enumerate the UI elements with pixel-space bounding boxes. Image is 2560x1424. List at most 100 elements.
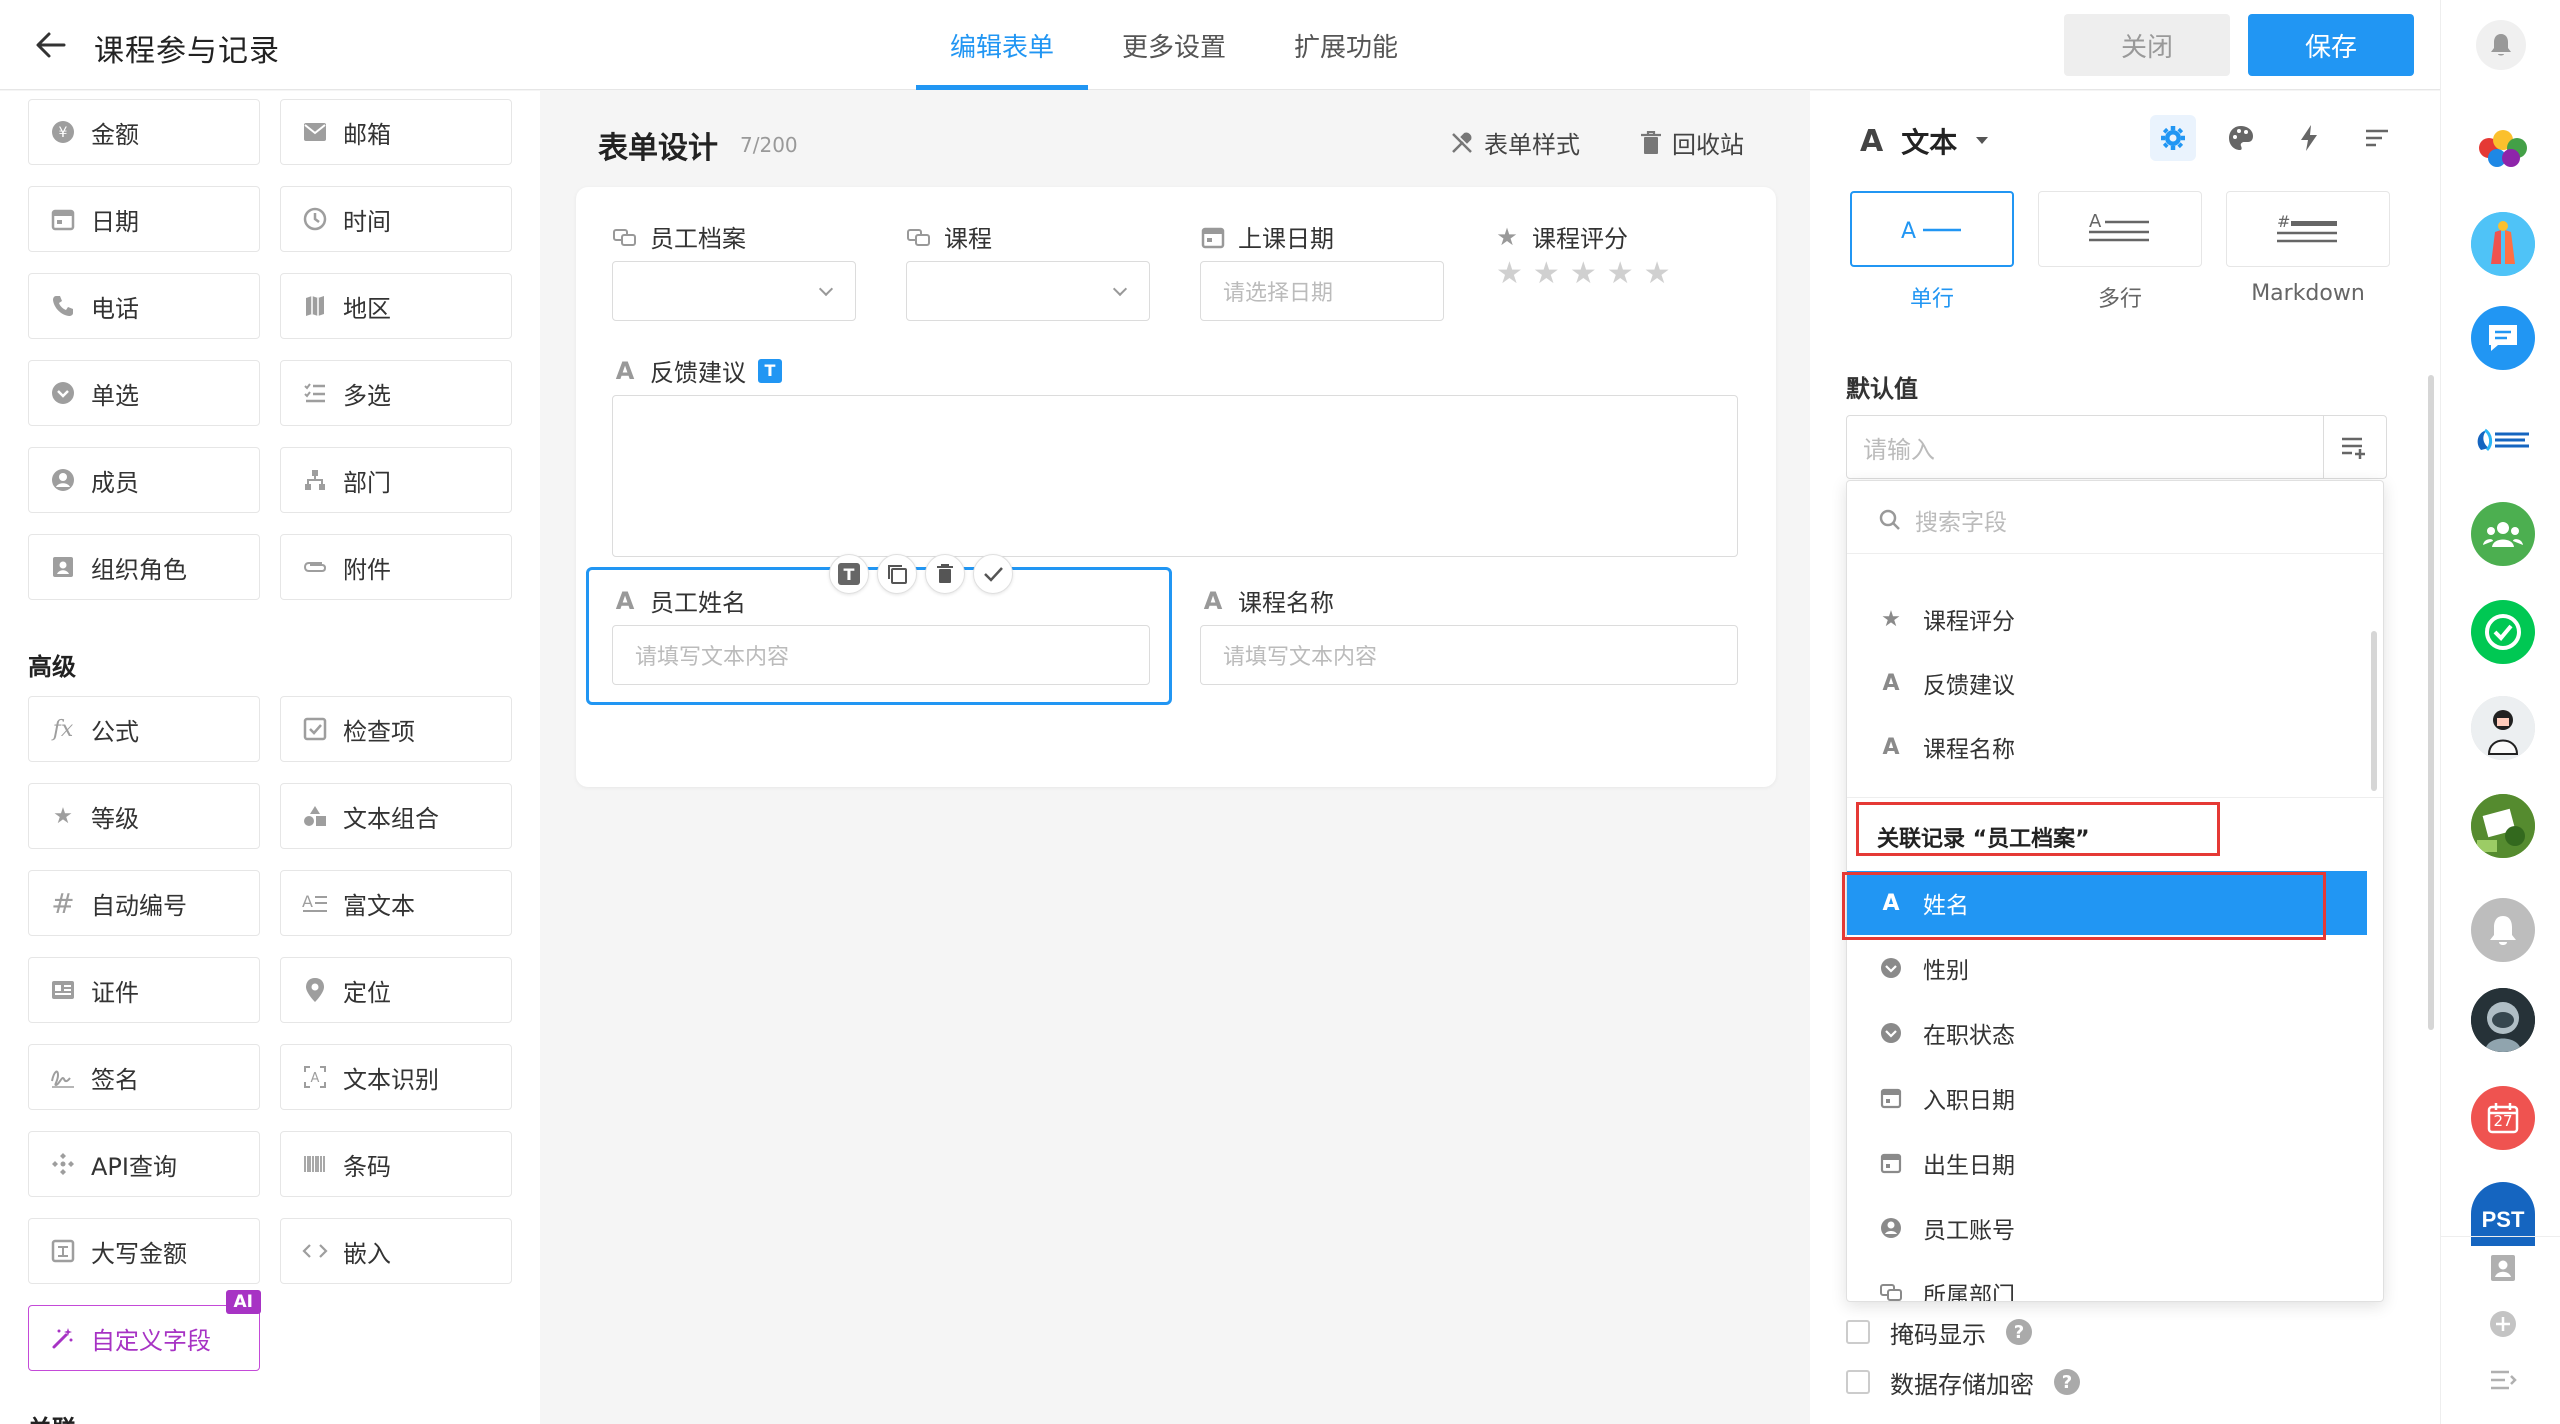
palette-item-amount[interactable]: ¥ 金额 (28, 99, 260, 165)
encrypt-storage-checkbox[interactable] (1846, 1370, 1870, 1394)
field-label-course[interactable]: 课程 (906, 219, 992, 254)
help-icon[interactable]: ? (2054, 1369, 2080, 1395)
style-option-markdown[interactable]: # Markdown (2226, 191, 2390, 313)
palette-item-rich-text[interactable]: A 富文本 (280, 870, 512, 936)
class-date-input[interactable]: 请选择日期 (1200, 261, 1444, 321)
mask-display-option[interactable]: 掩码显示 ? (1846, 1307, 2080, 1357)
field-search[interactable]: 搜索字段 (1879, 503, 2007, 537)
field-label-feedback[interactable]: A 反馈建议 T (612, 353, 782, 388)
copy-field-button[interactable] (877, 554, 917, 594)
dropdown-item-employee-account[interactable]: 员工账号 (1847, 1196, 2367, 1260)
palette-item-member[interactable]: 成员 (28, 447, 260, 513)
app-icon-team[interactable] (2471, 112, 2535, 176)
rating-star-icon[interactable]: ★ (1644, 259, 1671, 289)
app-icon-brand[interactable] (2471, 408, 2535, 472)
employee-file-select[interactable] (612, 261, 856, 321)
palette-item-email[interactable]: 邮箱 (280, 99, 512, 165)
course-select[interactable] (906, 261, 1150, 321)
contacts-button[interactable] (2481, 1246, 2525, 1290)
app-icon-alerts[interactable] (2471, 898, 2535, 962)
palette-item-api-query[interactable]: API查询 (28, 1131, 260, 1197)
app-icon-messages[interactable] (2471, 306, 2535, 370)
palette-item-department[interactable]: 部门 (280, 447, 512, 513)
app-icon-astronaut[interactable] (2471, 988, 2535, 1052)
dropdown-item-department[interactable]: 所属部门 (1847, 1261, 2367, 1301)
insert-field-button[interactable] (2323, 415, 2387, 479)
palette-item-checkbox[interactable]: 检查项 (280, 696, 512, 762)
app-icon-calendar[interactable]: 27 (2471, 1086, 2535, 1150)
palette-item-region[interactable]: 地区 (280, 273, 512, 339)
list-tab[interactable] (2354, 115, 2400, 161)
properties-scrollbar[interactable] (2428, 375, 2434, 1030)
delete-field-button[interactable] (925, 554, 965, 594)
field-label-class-date[interactable]: 上课日期 (1200, 219, 1334, 254)
menu-button[interactable] (2481, 1358, 2525, 1402)
palette-item-multi-select[interactable]: 多选 (280, 360, 512, 426)
dropdown-item-hire-date[interactable]: 入职日期 (1847, 1066, 2367, 1130)
palette-item-text-combo[interactable]: 文本组合 (280, 783, 512, 849)
palette-item-uppercase-amount[interactable]: 大写金额 (28, 1218, 260, 1284)
style-option-multi-line[interactable]: A 多行 (2038, 191, 2202, 313)
dropdown-item-gender[interactable]: 性别 (1847, 936, 2367, 1000)
palette-item-location[interactable]: 定位 (280, 957, 512, 1023)
palette-item-embed[interactable]: 嵌入 (280, 1218, 512, 1284)
palette-item-rating[interactable]: ★ 等级 (28, 783, 260, 849)
feedback-textarea[interactable] (612, 395, 1738, 557)
palette-item-signature[interactable]: 签名 (28, 1044, 260, 1110)
field-label-employee-name[interactable]: A 员工姓名 (612, 583, 746, 618)
rating-star-icon[interactable]: ★ (1533, 259, 1560, 289)
field-label-employee-file[interactable]: 员工档案 (612, 219, 746, 254)
default-value-input[interactable]: 请输入 (1846, 415, 2324, 479)
tab-more-settings[interactable]: 更多设置 (1088, 0, 1260, 90)
mask-display-checkbox[interactable] (1846, 1320, 1870, 1344)
dropdown-item-birth-date[interactable]: 出生日期 (1847, 1131, 2367, 1195)
add-app-button[interactable] (2481, 1302, 2525, 1346)
form-style-button[interactable]: 表单样式 (1450, 125, 1580, 160)
palette-item-single-select[interactable]: 单选 (28, 360, 260, 426)
dropdown-item-course-rating[interactable]: ★ 课程评分 (1847, 587, 2367, 651)
palette-item-attachment[interactable]: 附件 (280, 534, 512, 600)
appearance-tab[interactable] (2218, 115, 2264, 161)
rating-stars[interactable]: ★ ★ ★ ★ ★ (1496, 259, 1671, 289)
rating-star-icon[interactable]: ★ (1570, 259, 1597, 289)
dropdown-item-feedback[interactable]: A 反馈建议 (1847, 651, 2367, 715)
help-icon[interactable]: ? (2006, 1319, 2032, 1345)
back-button[interactable] (28, 22, 74, 68)
field-label-course-name[interactable]: A 课程名称 (1200, 583, 1334, 618)
app-icon-tasks[interactable] (2471, 600, 2535, 664)
course-name-input[interactable]: 请填写文本内容 (1200, 625, 1738, 685)
palette-item-auto-number[interactable]: # 自动编号 (28, 870, 260, 936)
notification-button[interactable] (2476, 20, 2526, 70)
style-option-single-line[interactable]: A 单行 (1850, 191, 2014, 313)
encrypt-storage-option[interactable]: 数据存储加密 ? (1846, 1357, 2080, 1407)
palette-item-barcode[interactable]: 条码 (280, 1131, 512, 1197)
palette-item-date[interactable]: 日期 (28, 186, 260, 252)
employee-name-input[interactable]: 请填写文本内容 (612, 625, 1150, 685)
app-icon-group[interactable] (2471, 502, 2535, 566)
dropdown-item-course-name[interactable]: A 课程名称 (1847, 715, 2367, 779)
tab-extensions[interactable]: 扩展功能 (1260, 0, 1432, 90)
confirm-field-button[interactable] (973, 554, 1013, 594)
palette-item-org-role[interactable]: 组织角色 (28, 534, 260, 600)
app-icon-photo[interactable] (2471, 794, 2535, 858)
rating-star-icon[interactable]: ★ (1607, 259, 1634, 289)
dropdown-scrollbar[interactable] (2371, 631, 2377, 791)
tab-edit-form[interactable]: 编辑表单 (916, 0, 1089, 90)
rating-star-icon[interactable]: ★ (1496, 259, 1523, 289)
recycle-bin-button[interactable]: 回收站 (1640, 125, 1744, 160)
close-button[interactable]: 关闭 (2064, 14, 2230, 76)
app-icon-hands[interactable] (2471, 212, 2535, 276)
settings-tab[interactable] (2150, 115, 2196, 161)
palette-item-text-recognition[interactable]: A 文本识别 (280, 1044, 512, 1110)
app-icon-avatar[interactable] (2471, 696, 2535, 760)
palette-item-formula[interactable]: fx 公式 (28, 696, 260, 762)
palette-item-id-card[interactable]: 证件 (28, 957, 260, 1023)
automation-tab[interactable] (2286, 115, 2332, 161)
palette-item-time[interactable]: 时间 (280, 186, 512, 252)
field-label-course-rating[interactable]: ★ 课程评分 (1494, 219, 1628, 254)
save-button[interactable]: 保存 (2248, 14, 2414, 76)
dropdown-item-employment-status[interactable]: 在职状态 (1847, 1001, 2367, 1065)
palette-item-phone[interactable]: 电话 (28, 273, 260, 339)
field-type-selector[interactable]: A 文本 (1860, 121, 1989, 161)
field-type-button[interactable]: T (829, 554, 869, 594)
